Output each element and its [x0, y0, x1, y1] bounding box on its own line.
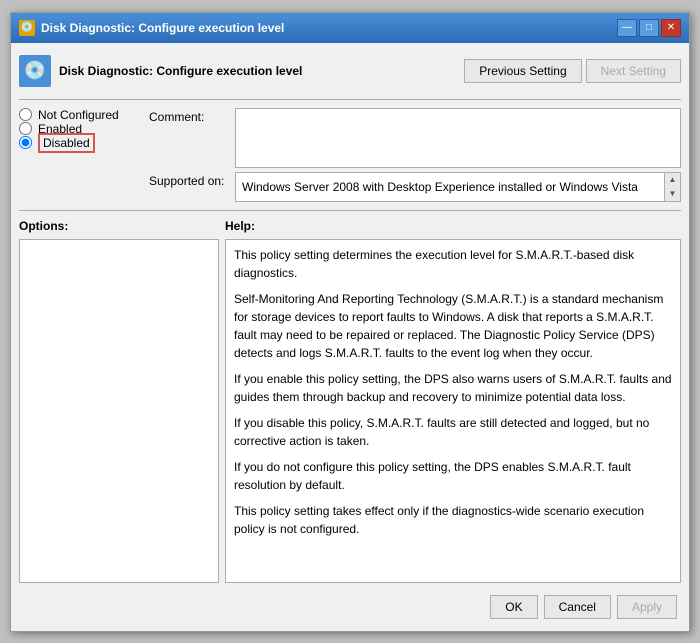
header-buttons: Previous Setting Next Setting [464, 59, 681, 83]
radio-enabled-input[interactable] [19, 122, 32, 135]
top-section: Not Configured Enabled Disabled Comment: [19, 108, 681, 202]
footer: OK Cancel Apply [19, 589, 681, 623]
title-bar: 💿 Disk Diagnostic: Configure execution l… [11, 13, 689, 43]
radio-disabled-box: Disabled [38, 133, 95, 153]
scroll-up-arrow[interactable]: ▲ [666, 173, 680, 187]
supported-value: Windows Server 2008 with Desktop Experie… [236, 176, 664, 198]
radio-disabled: Disabled [19, 136, 149, 150]
supported-field-container: Windows Server 2008 with Desktop Experie… [235, 172, 681, 202]
title-bar-controls: — □ ✕ [617, 19, 681, 37]
options-section-label: Options: [19, 219, 219, 233]
apply-button[interactable]: Apply [617, 595, 677, 619]
next-setting-button[interactable]: Next Setting [586, 59, 681, 83]
help-paragraph: If you enable this policy setting, the D… [234, 370, 672, 406]
divider-2 [19, 210, 681, 211]
close-button[interactable]: ✕ [661, 19, 681, 37]
title-bar-left: 💿 Disk Diagnostic: Configure execution l… [19, 20, 284, 36]
scroll-down-arrow[interactable]: ▼ [666, 187, 680, 201]
supported-container: Windows Server 2008 with Desktop Experie… [235, 172, 681, 202]
supported-label: Supported on: [149, 172, 229, 188]
cancel-button[interactable]: Cancel [544, 595, 611, 619]
divider-1 [19, 99, 681, 100]
help-paragraph: If you do not configure this policy sett… [234, 458, 672, 494]
help-paragraph: This policy setting takes effect only if… [234, 502, 672, 538]
header-icon: 💿 [19, 55, 51, 87]
supported-row: Supported on: Windows Server 2008 with D… [149, 172, 681, 202]
help-paragraph: This policy setting determines the execu… [234, 246, 672, 282]
header-title: Disk Diagnostic: Configure execution lev… [59, 64, 302, 78]
header-left: 💿 Disk Diagnostic: Configure execution l… [19, 55, 302, 87]
minimize-button[interactable]: — [617, 19, 637, 37]
window-title: Disk Diagnostic: Configure execution lev… [41, 21, 284, 35]
radio-not-configured: Not Configured [19, 108, 149, 122]
comment-label: Comment: [149, 108, 229, 124]
maximize-button[interactable]: □ [639, 19, 659, 37]
comment-field-container [235, 108, 681, 168]
ok-button[interactable]: OK [490, 595, 537, 619]
comment-row: Comment: [149, 108, 681, 168]
radio-not-configured-label[interactable]: Not Configured [38, 108, 119, 122]
main-window: 💿 Disk Diagnostic: Configure execution l… [10, 12, 690, 632]
help-section-label: Help: [225, 219, 681, 233]
comment-container [235, 108, 681, 168]
supported-scrollbar: ▲ ▼ [664, 173, 680, 201]
radio-disabled-label[interactable]: Disabled [38, 136, 95, 150]
section-labels: Options: Help: [19, 219, 681, 233]
header-row: 💿 Disk Diagnostic: Configure execution l… [19, 51, 681, 91]
previous-setting-button[interactable]: Previous Setting [464, 59, 581, 83]
options-panel[interactable] [19, 239, 219, 583]
window-content: 💿 Disk Diagnostic: Configure execution l… [11, 43, 689, 631]
radio-not-configured-input[interactable] [19, 108, 32, 121]
help-panel[interactable]: This policy setting determines the execu… [225, 239, 681, 583]
main-panels: This policy setting determines the execu… [19, 239, 681, 583]
window-icon: 💿 [19, 20, 35, 36]
radio-disabled-input[interactable] [19, 136, 32, 149]
help-paragraph: Self-Monitoring And Reporting Technology… [234, 290, 672, 362]
radio-group: Not Configured Enabled Disabled [19, 108, 149, 202]
comment-inner[interactable] [236, 109, 680, 167]
right-col: Comment: Supported on: Windows Server 20… [149, 108, 681, 202]
help-paragraph: If you disable this policy, S.M.A.R.T. f… [234, 414, 672, 450]
